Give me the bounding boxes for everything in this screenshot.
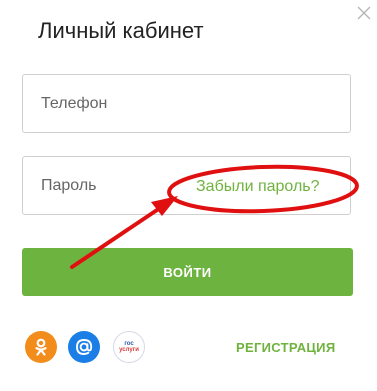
modal-title: Личный кабинет xyxy=(38,18,204,43)
phone-field-wrapper xyxy=(22,74,351,133)
odnoklassniki-icon xyxy=(35,338,47,356)
register-link[interactable]: РЕГИСТРАЦИЯ xyxy=(236,340,335,355)
phone-input[interactable] xyxy=(23,75,350,132)
gosuslugi-button[interactable]: гос услуги xyxy=(113,331,145,363)
mail-button[interactable] xyxy=(68,331,100,363)
login-modal: Личный кабинет Забыли пароль? ВОЙТИ гос … xyxy=(0,0,377,391)
forgot-password-link[interactable]: Забыли пароль? xyxy=(196,178,320,196)
at-sign-icon xyxy=(76,339,93,355)
login-button[interactable]: ВОЙТИ xyxy=(22,248,353,296)
close-icon[interactable] xyxy=(357,6,371,20)
gosuslugi-icon: гос услуги xyxy=(119,341,139,353)
gosuslugi-text-line2: услуги xyxy=(119,347,139,353)
odnoklassniki-button[interactable] xyxy=(25,331,57,363)
